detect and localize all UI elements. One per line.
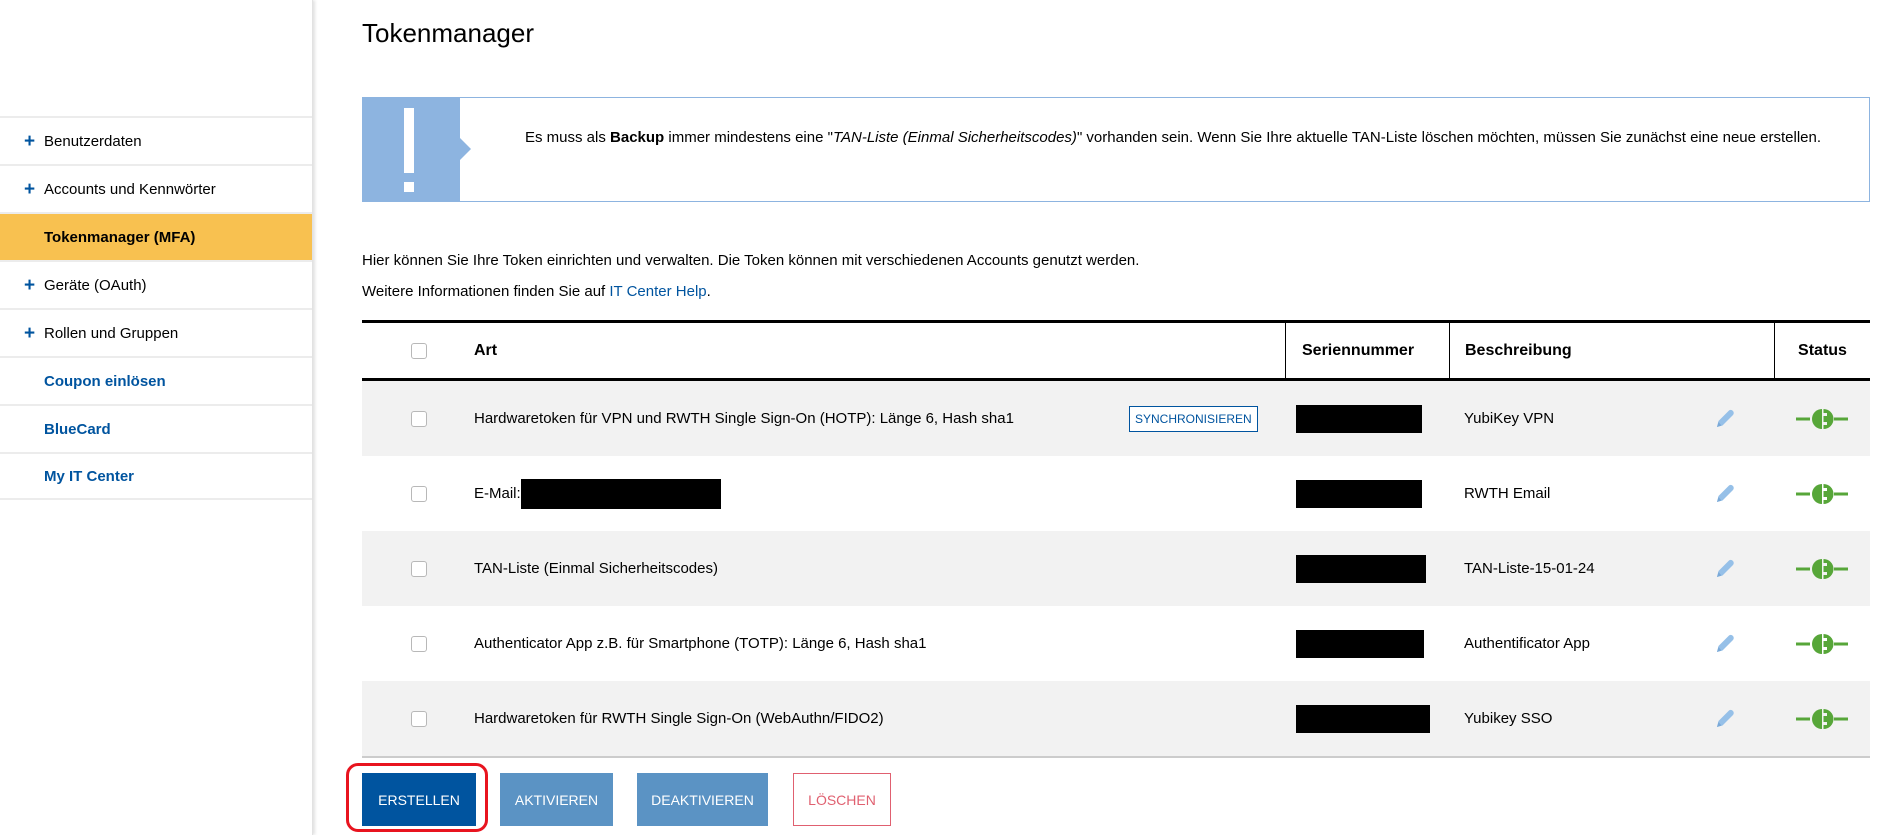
intro-text: Hier können Sie Ihre Token einrichten un… (362, 252, 1140, 269)
table-row: Hardwaretoken für RWTH Single Sign-On (W… (362, 681, 1870, 758)
row-checkbox[interactable] (411, 710, 427, 727)
header-art: Art (474, 341, 498, 359)
table-row: E-Mail: RWTH Email (362, 456, 1870, 531)
plus-icon: + (24, 322, 36, 344)
sidebar-item-tokenmanager[interactable]: Tokenmanager (MFA) (0, 212, 312, 260)
sidebar-item-label: Tokenmanager (MFA) (44, 228, 196, 246)
row-checkbox[interactable] (411, 485, 427, 502)
table-header: Art Seriennummer Beschreibung Status (362, 323, 1870, 381)
sidebar-item-coupon[interactable]: Coupon einlösen (0, 356, 312, 404)
row-checkbox[interactable] (411, 410, 427, 427)
sidebar-item-benutzerdaten[interactable]: + Benutzerdaten (0, 116, 312, 164)
exclamation-icon (404, 108, 414, 173)
redacted-serial (1296, 404, 1422, 433)
sidebar-item-accounts[interactable]: + Accounts und Kennwörter (0, 164, 312, 212)
synchronize-button[interactable]: SYNCHRONISIEREN (1129, 405, 1258, 432)
table-row: TAN-Liste (Einmal Sicherheitscodes) TAN-L… (362, 531, 1870, 606)
row-checkbox[interactable] (411, 560, 427, 577)
sidebar-item-rollen[interactable]: + Rollen und Gruppen (0, 308, 312, 356)
plus-icon: + (24, 130, 36, 152)
sidebar-nav: + Benutzerdaten + Accounts und Kennwörte… (0, 116, 312, 500)
table-row: Authenticator App z.B. für Smartphone (T… (362, 606, 1870, 681)
token-type: TAN-Liste (Einmal Sicherheitscodes) (474, 560, 718, 577)
redacted-serial (1296, 554, 1426, 583)
sidebar-item-label: Benutzerdaten (44, 132, 142, 150)
plus-icon: + (24, 274, 36, 296)
plus-icon: + (24, 178, 36, 200)
sidebar-item-geraete[interactable]: + Geräte (OAuth) (0, 260, 312, 308)
token-type: E-Mail: (474, 456, 721, 531)
it-center-help-link[interactable]: IT Center Help (609, 283, 706, 300)
status-plug-connected-icon[interactable] (1794, 456, 1850, 531)
row-checkbox[interactable] (411, 635, 427, 652)
token-description: Yubikey SSO (1464, 710, 1553, 727)
backup-notice: Es muss als Backup immer mindestens eine… (362, 97, 1870, 202)
sidebar-item-my-it-center[interactable]: My IT Center (0, 452, 312, 500)
help-text: Weitere Informationen finden Sie auf IT … (362, 283, 711, 300)
table-row: Hardwaretoken für VPN und RWTH Single Si… (362, 381, 1870, 456)
sidebar-item-bluecard[interactable]: BlueCard (0, 404, 312, 452)
create-button[interactable]: ERSTELLEN (362, 773, 476, 826)
sidebar-item-label: My IT Center (44, 467, 135, 485)
sidebar-item-label: Rollen und Gruppen (44, 324, 179, 342)
token-table: Art Seriennummer Beschreibung Status Har… (362, 320, 1870, 758)
redacted-serial (1296, 479, 1422, 508)
header-description: Beschreibung (1449, 323, 1774, 378)
status-plug-connected-icon[interactable] (1794, 606, 1850, 681)
token-type: Hardwaretoken für RWTH Single Sign-On (W… (474, 710, 884, 727)
header-serial: Seriennummer (1285, 323, 1449, 378)
edit-pencil-icon[interactable] (1712, 681, 1738, 756)
token-description: TAN-Liste-15-01-24 (1464, 560, 1595, 577)
page-title: Tokenmanager (362, 18, 534, 48)
sidebar-item-label: Accounts und Kennwörter (44, 180, 216, 198)
exclamation-dot-icon (404, 182, 414, 192)
deactivate-button[interactable]: DEAKTIVIEREN (637, 773, 768, 826)
token-description: RWTH Email (1464, 485, 1551, 502)
sidebar-item-label: BlueCard (44, 420, 111, 438)
status-plug-connected-icon[interactable] (1794, 681, 1850, 756)
token-type: Hardwaretoken für VPN und RWTH Single Si… (474, 410, 1014, 427)
activate-button[interactable]: AKTIVIEREN (500, 773, 613, 826)
notice-arrow-icon (460, 138, 471, 160)
edit-pencil-icon[interactable] (1712, 381, 1738, 456)
sidebar-item-label: Geräte (OAuth) (44, 276, 147, 294)
edit-pencil-icon[interactable] (1712, 456, 1738, 531)
redacted-email (520, 478, 721, 509)
header-status: Status (1774, 323, 1870, 378)
redacted-serial (1296, 704, 1430, 733)
select-all-checkbox[interactable] (411, 342, 427, 359)
status-plug-connected-icon[interactable] (1794, 381, 1850, 456)
edit-pencil-icon[interactable] (1712, 531, 1738, 606)
edit-pencil-icon[interactable] (1712, 606, 1738, 681)
status-plug-connected-icon[interactable] (1794, 531, 1850, 606)
token-description: YubiKey VPN (1464, 410, 1555, 427)
notice-text: Es muss als Backup immer mindestens eine… (525, 129, 1822, 146)
sidebar: + Benutzerdaten + Accounts und Kennwörte… (0, 0, 313, 835)
delete-button[interactable]: LÖSCHEN (793, 773, 891, 826)
token-type: Authenticator App z.B. für Smartphone (T… (474, 635, 927, 652)
notice-bar (363, 98, 471, 201)
token-description: Authentificator App (1464, 635, 1590, 652)
sidebar-item-label: Coupon einlösen (44, 372, 166, 390)
redacted-serial (1296, 629, 1424, 658)
